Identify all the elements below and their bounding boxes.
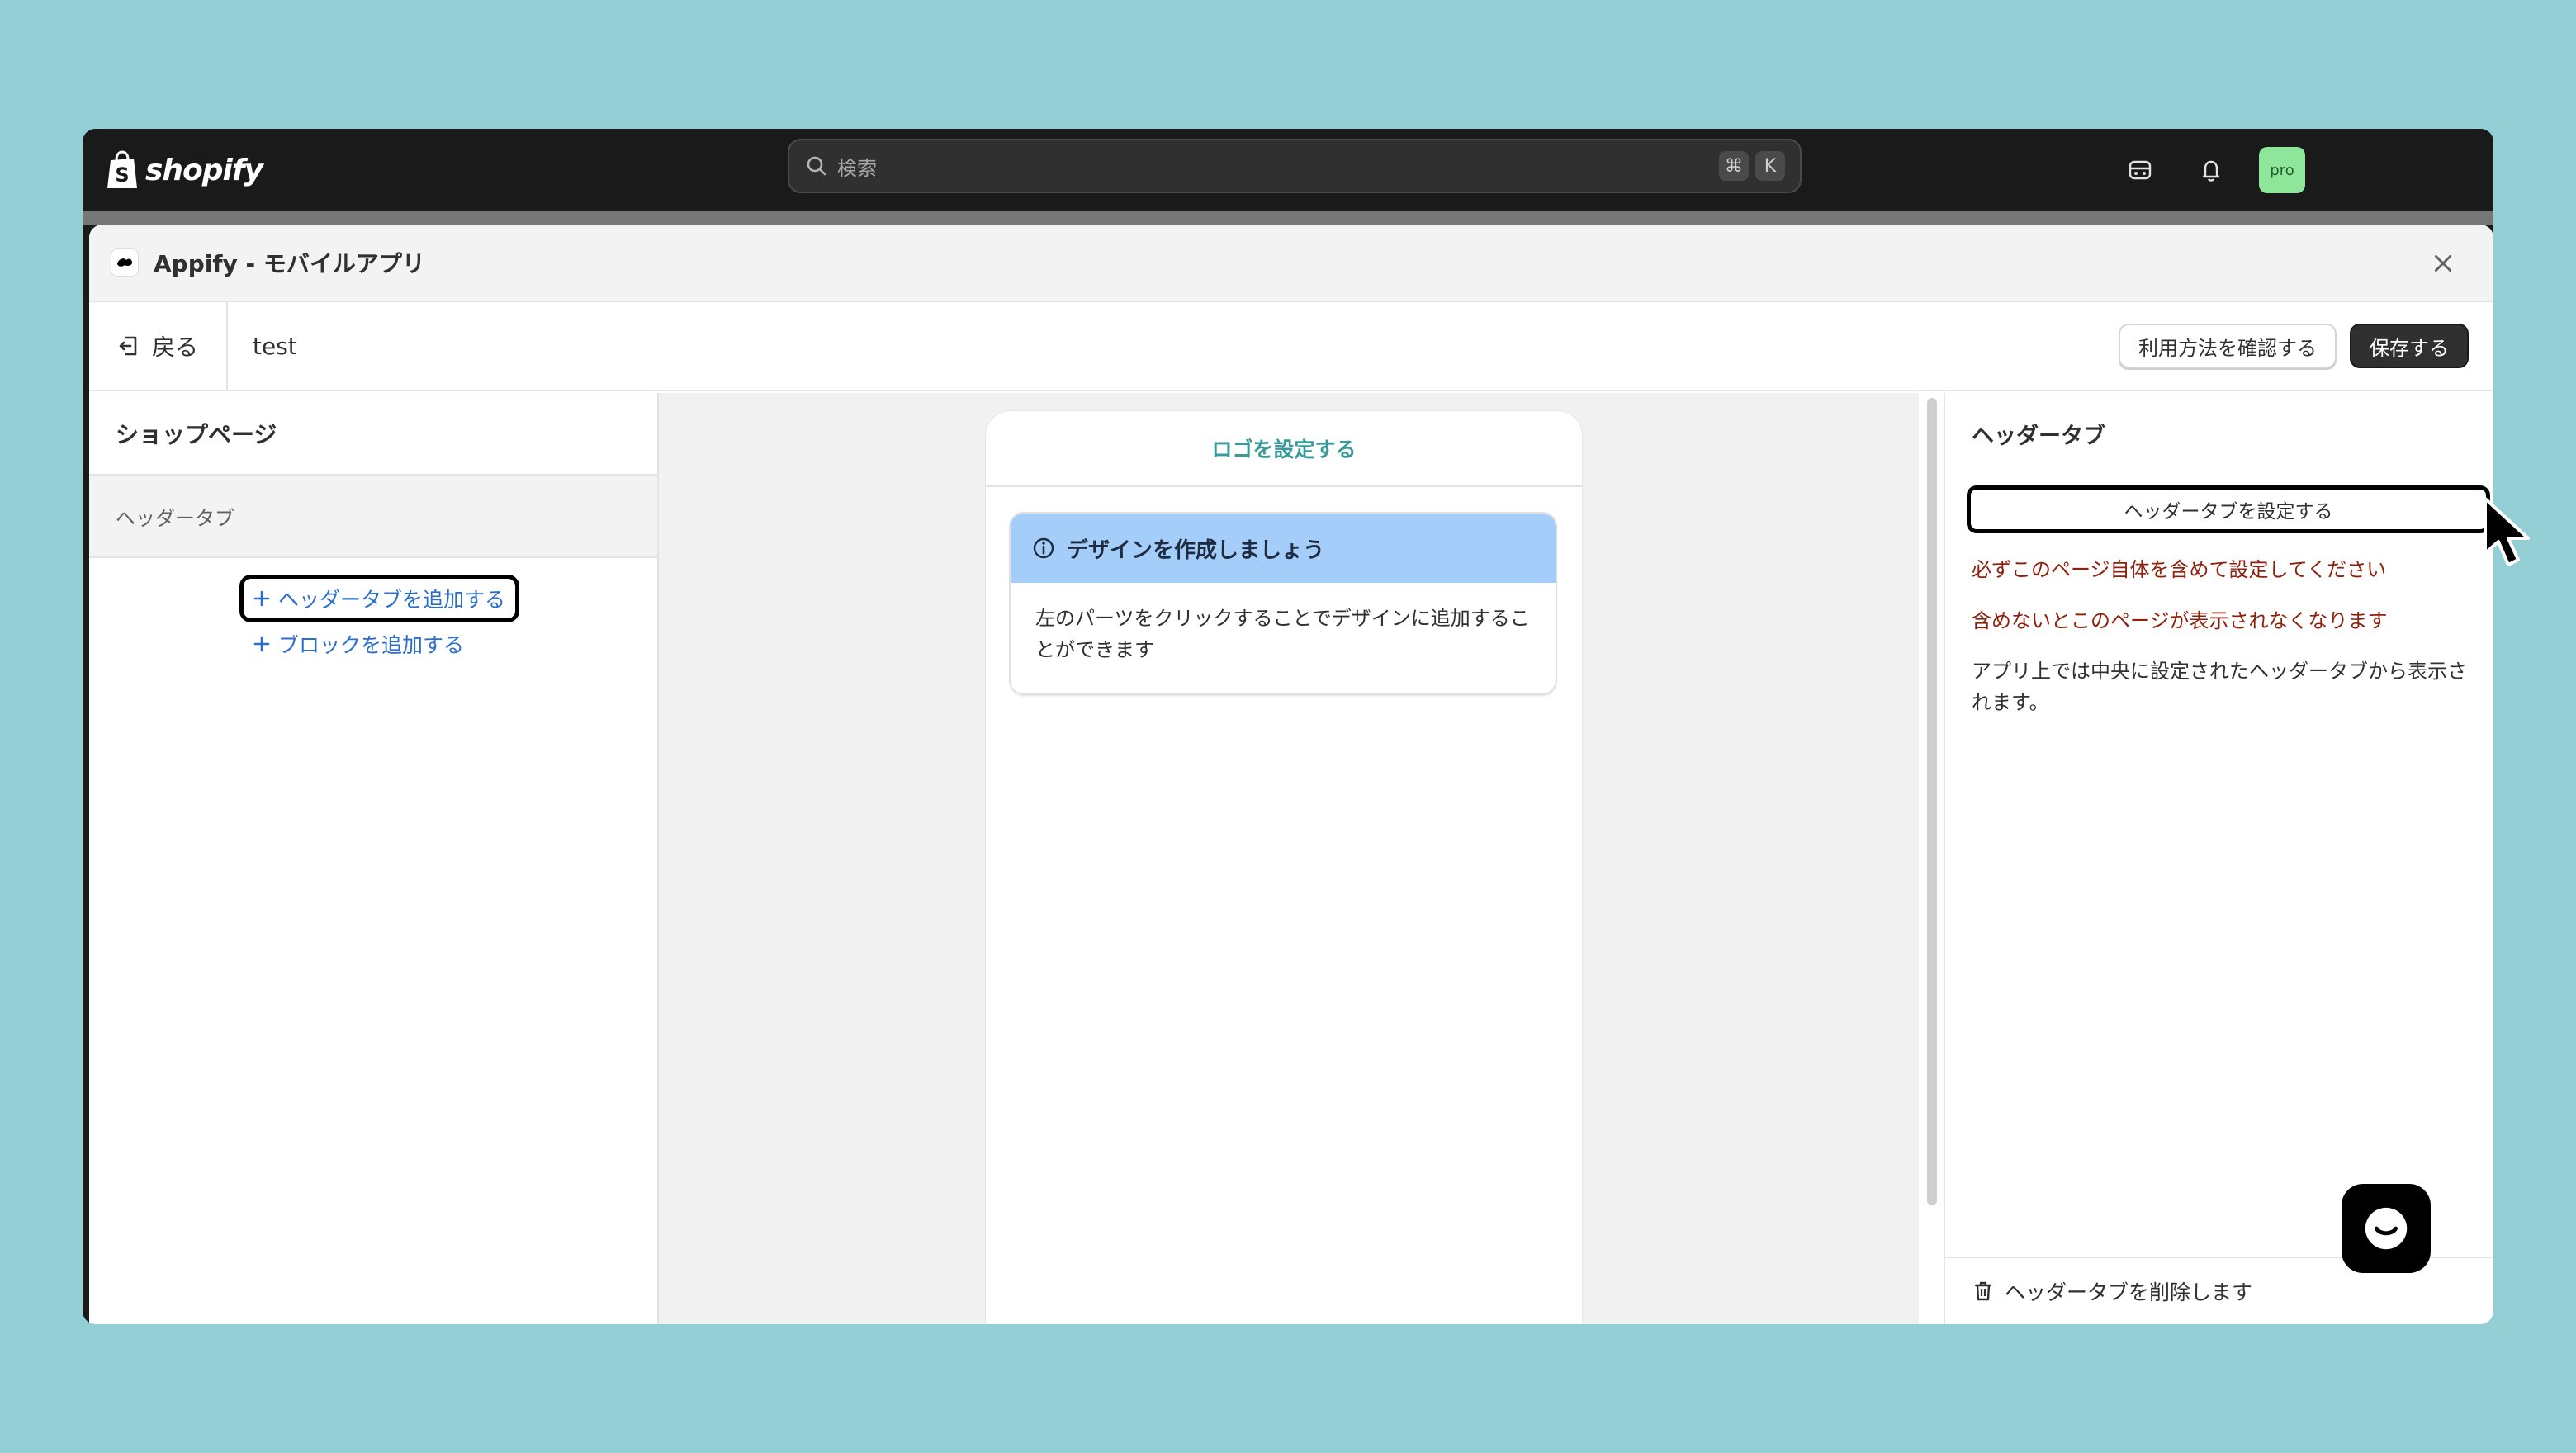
back-button[interactable]: 戻る — [89, 301, 228, 390]
shortcut-key-k: K — [1755, 151, 1785, 181]
page-name: test — [253, 332, 297, 360]
banner-body: 左のパーツをクリックすることでデザインに追加することができます — [1035, 607, 1530, 661]
app-modal: Appify - モバイルアプリ 戻る test 利用方法を確認する 保存する — [89, 225, 2493, 1324]
help-button[interactable]: 利用方法を確認する — [2119, 324, 2337, 368]
editor-toolbar: 戻る test 利用方法を確認する 保存する — [89, 301, 2493, 391]
note-text: アプリ上では中央に設定されたヘッダータブから表示されます。 — [1972, 660, 2467, 714]
delete-header-tab-label: ヘッダータブを削除します — [2005, 1280, 2253, 1304]
modal-title: Appify - モバイルアプリ — [154, 250, 425, 277]
header-tab-section[interactable]: ヘッダータブ — [89, 476, 657, 558]
topbar: S shopify 検索 ⌘ K pro — [83, 129, 2493, 211]
right-panel-title: ヘッダータブ — [1972, 424, 2105, 449]
preview-canvas: ロゴを設定する デザインを作成しましょう 左のパーツをクリックすることでデザイン… — [659, 393, 1919, 1324]
exit-icon — [119, 336, 137, 356]
add-block-label: ブロックを追加する — [278, 633, 465, 657]
trash-icon — [1974, 1281, 1992, 1301]
add-header-tab-label: ヘッダータブを追加する — [278, 588, 506, 612]
add-header-tab-button[interactable]: ヘッダータブを追加する — [239, 575, 520, 622]
shopify-admin-window: S shopify 検索 ⌘ K pro Appify - モバイルアプリ 戻る… — [83, 129, 2493, 1324]
bell-icon[interactable] — [2188, 147, 2234, 193]
appify-app-icon — [111, 248, 139, 277]
save-button[interactable]: 保存する — [2350, 324, 2469, 368]
plus-icon — [253, 636, 270, 652]
chat-icon — [2365, 1207, 2408, 1250]
add-block-button[interactable]: ブロックを追加する — [253, 629, 464, 659]
topbar-actions: pro — [2117, 145, 2305, 195]
chat-button[interactable] — [2342, 1184, 2431, 1273]
banner-title: デザインを作成しましょう — [1067, 537, 1325, 563]
search-input[interactable]: 検索 ⌘ K — [788, 139, 1802, 193]
mouse-pointer-icon — [2484, 497, 2530, 566]
close-icon — [2434, 254, 2452, 272]
left-panel: ショップページ ヘッダータブ ヘッダータブを追加する ブロックを追加する — [89, 393, 659, 1324]
shortcut-key-cmd: ⌘ — [1719, 151, 1749, 181]
preview-scrollbar[interactable] — [1927, 398, 1937, 1205]
phone-preview: ロゴを設定する デザインを作成しましょう 左のパーツをクリックすることでデザイン… — [986, 411, 1582, 1324]
shopify-bag-icon: S — [107, 150, 137, 188]
topbar-divider — [83, 211, 2493, 225]
modal-header: Appify - モバイルアプリ — [89, 225, 2493, 302]
store-icon[interactable] — [2117, 147, 2163, 193]
info-banner: デザインを作成しましょう 左のパーツをクリックすることでデザインに追加することが… — [1011, 514, 1556, 693]
warning-text-2: 含めないとこのページが表示されなくなります — [1972, 609, 2388, 632]
search-icon — [807, 156, 826, 176]
svg-text:S: S — [115, 163, 129, 187]
brand-name: shopify — [145, 153, 263, 187]
banner-header: デザインを作成しましょう — [1011, 514, 1556, 583]
search-placeholder: 検索 — [837, 156, 877, 180]
avatar[interactable]: pro — [2259, 147, 2305, 193]
toolbar-actions: 利用方法を確認する 保存する — [2119, 324, 2469, 368]
left-panel-title: ショップページ — [89, 393, 657, 476]
close-modal-button[interactable] — [2426, 246, 2460, 281]
plus-icon — [253, 590, 270, 607]
set-header-tab-button[interactable]: ヘッダータブを設定する — [1967, 485, 2490, 533]
back-label: 戻る — [152, 334, 199, 361]
set-logo-link[interactable]: ロゴを設定する — [986, 411, 1582, 487]
warning-text-1: 必ずこのページ自体を含めて設定してください — [1972, 558, 2387, 581]
editor-content: ショップページ ヘッダータブ ヘッダータブを追加する ブロックを追加する ロゴを… — [89, 393, 2493, 1324]
info-icon — [1033, 537, 1054, 559]
shopify-logo[interactable]: S shopify — [106, 145, 263, 195]
